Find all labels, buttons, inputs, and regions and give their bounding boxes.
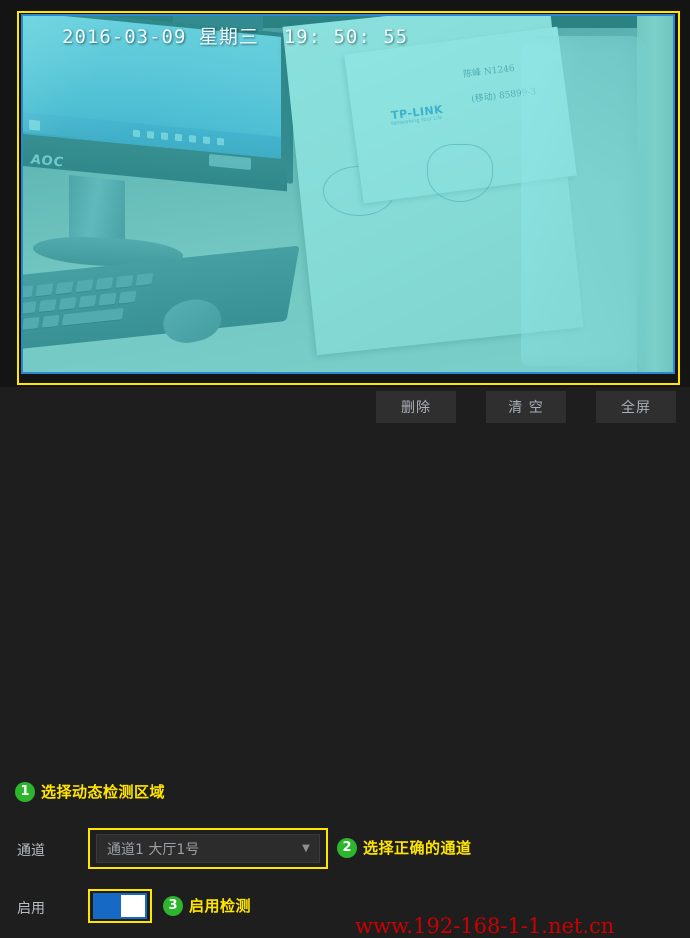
controls-panel: 删除 清 空 全屏 通道 启用 通道1 大厅1号 ▼ 1 选择动态检测区域 2 … xyxy=(0,387,690,938)
toggle-knob xyxy=(121,895,145,917)
channel-label: 通道 xyxy=(17,843,45,859)
channel-select[interactable]: 通道1 大厅1号 ▼ xyxy=(96,834,320,863)
fullscreen-button[interactable]: 全屏 xyxy=(596,391,676,423)
video-preview-panel: AOC 陈峰 N1246 (移动) 85899-3 TP-LINK Networ… xyxy=(0,0,690,387)
annotation-text-1: 选择动态检测区域 xyxy=(41,783,166,801)
delete-button[interactable]: 删除 xyxy=(376,391,456,423)
annotation-badge-1: 1 xyxy=(15,781,35,802)
annotation-1: 1 选择动态检测区域 xyxy=(15,781,165,802)
annotation-badge-2: 2 xyxy=(337,837,357,858)
annotation-3: 3 启用检测 xyxy=(163,895,251,916)
site-watermark: www.192-168-1-1.net.cn xyxy=(355,914,615,938)
channel-selected-value: 通道1 大厅1号 xyxy=(107,841,200,858)
chevron-down-icon: ▼ xyxy=(302,843,310,854)
clear-button[interactable]: 清 空 xyxy=(486,391,566,423)
action-button-row: 删除 清 空 全屏 xyxy=(0,387,690,431)
annotation-badge-3: 3 xyxy=(163,895,183,916)
annotation-text-3: 启用检测 xyxy=(189,897,252,915)
enable-detection-toggle[interactable] xyxy=(93,893,147,919)
annotation-2: 2 选择正确的通道 xyxy=(337,837,472,858)
annotation-text-2: 选择正确的通道 xyxy=(363,839,472,857)
video-area-highlight-box xyxy=(17,11,680,385)
enable-label: 启用 xyxy=(17,901,45,917)
